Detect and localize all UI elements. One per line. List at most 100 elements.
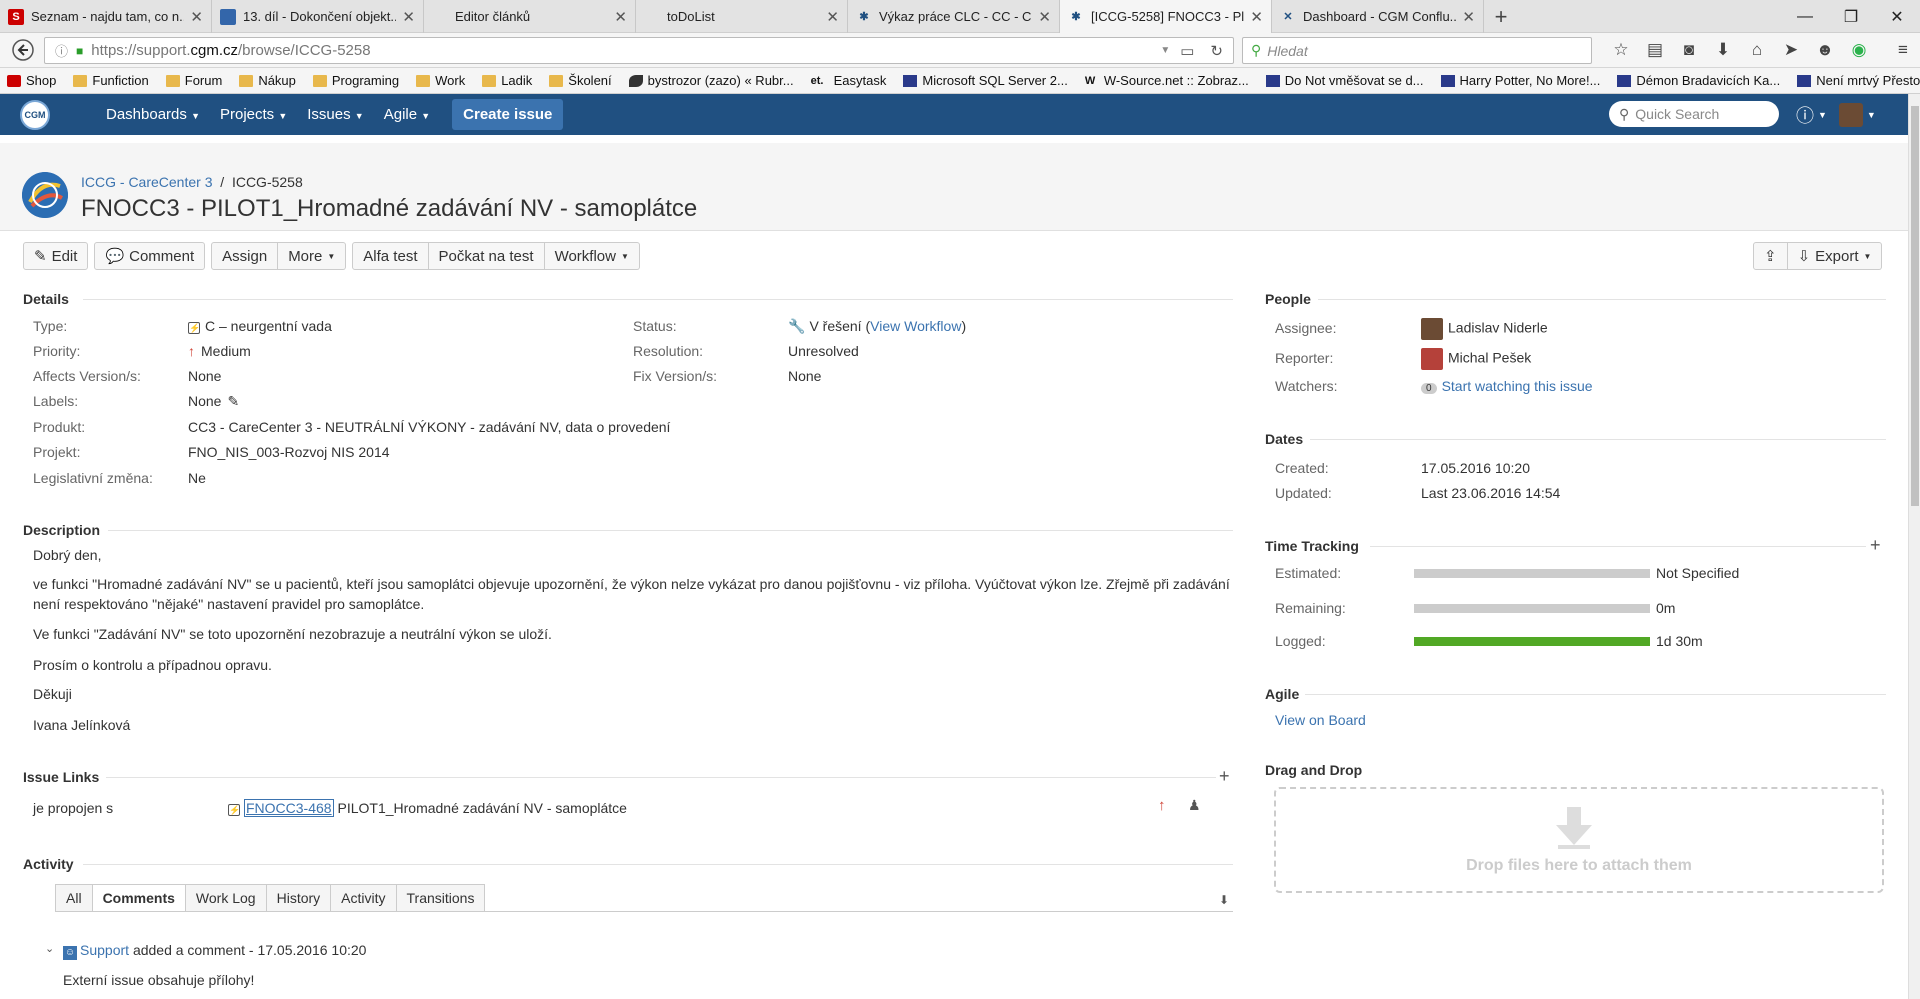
start-watching-link[interactable]: Start watching this issue xyxy=(1442,378,1593,394)
nav-projects[interactable]: Projects ▼ xyxy=(210,106,297,123)
close-icon[interactable]: ✕ xyxy=(190,8,203,26)
browser-tab[interactable]: ✱ Výkaz práce CLC - CC - C... ✕ xyxy=(848,0,1060,33)
scrollbar-thumb[interactable] xyxy=(1911,106,1919,506)
edit-button[interactable]: ✎ Edit xyxy=(23,242,89,270)
cgm-logo[interactable]: CGM xyxy=(20,99,74,130)
bookmark-item[interactable]: Školení xyxy=(542,73,612,88)
drop-zone[interactable]: Drop files here to attach them xyxy=(1274,787,1884,893)
browser-tab[interactable]: toDoList ✕ xyxy=(636,0,848,33)
nav-dashboards[interactable]: Dashboards ▼ xyxy=(96,106,210,123)
sort-icon[interactable]: ⬇ xyxy=(1219,893,1229,907)
reader-view-icon[interactable]: ▭ xyxy=(1180,42,1194,60)
view-on-board-link[interactable]: View on Board xyxy=(1275,712,1366,728)
pockat-na-test-button[interactable]: Počkat na test xyxy=(428,242,545,270)
pencil-icon[interactable]: ✎ xyxy=(227,393,239,409)
created-label: Created: xyxy=(1275,460,1329,476)
info-icon[interactable]: ⓘ xyxy=(55,41,68,60)
close-icon[interactable]: ✕ xyxy=(1250,8,1263,26)
pocket-icon[interactable]: ◙ xyxy=(1672,36,1706,64)
pencil-icon: ✎ xyxy=(34,248,47,265)
bookmark-item[interactable]: Není mrtvý Přesto Kap... xyxy=(1790,73,1920,88)
browser-tab[interactable]: ✕ Dashboard - CGM Conflu... ✕ xyxy=(1272,0,1484,33)
bookmark-item[interactable]: Funfiction xyxy=(66,73,149,88)
bookmark-star-icon[interactable]: ☆ xyxy=(1604,36,1638,64)
status-value: 🔧 V řešení (View Workflow) xyxy=(788,318,967,334)
download-icon[interactable]: ⬇ xyxy=(1706,36,1740,64)
bookmarks-list-icon[interactable]: ▤ xyxy=(1638,36,1672,64)
tab-activity[interactable]: Activity xyxy=(331,884,397,912)
collapse-icon[interactable]: ⌄ xyxy=(45,942,54,955)
bookmark-item[interactable]: W W-Source.net :: Zobraz... xyxy=(1078,73,1249,88)
help-icon[interactable]: ⓘ xyxy=(1796,102,1814,128)
tab-all[interactable]: All xyxy=(55,884,93,912)
close-window-icon[interactable]: ✕ xyxy=(1874,0,1920,33)
browser-tab[interactable]: Editor článků ✕ xyxy=(424,0,636,33)
send-icon[interactable]: ➤ xyxy=(1774,36,1808,64)
chevron-down-icon[interactable]: ▼ xyxy=(1867,110,1876,120)
add-link-icon[interactable]: + xyxy=(1219,766,1230,787)
reload-icon[interactable]: ↻ xyxy=(1210,42,1223,60)
more-button[interactable]: More ▼ xyxy=(278,242,347,270)
url-bar[interactable]: ⓘ ■ https://support. cgm.cz/browse/ICCG-5… xyxy=(44,37,1234,64)
home-icon[interactable]: ⌂ xyxy=(1740,36,1774,64)
browser-tab[interactable]: 13. díl - Dokončení objekt... ✕ xyxy=(212,0,424,33)
user-avatar[interactable] xyxy=(1838,103,1863,127)
person-icon: ♟ xyxy=(1188,797,1201,813)
close-icon[interactable]: ✕ xyxy=(614,8,627,26)
bookmark-item[interactable]: Programing xyxy=(306,73,399,88)
bookmark-item[interactable]: Démon Bradavicích Ka... xyxy=(1610,73,1780,88)
bookmark-item[interactable]: et. Easytask xyxy=(804,73,887,88)
close-icon[interactable]: ✕ xyxy=(1462,8,1475,26)
bookmark-item[interactable]: Harry Potter, No More!... xyxy=(1434,73,1600,88)
view-workflow-link[interactable]: View Workflow xyxy=(870,318,961,334)
breadcrumb-project[interactable]: ICCG - CareCenter 3 xyxy=(81,174,212,190)
breadcrumb-issue-key[interactable]: ICCG-5258 xyxy=(232,174,303,190)
page-icon xyxy=(1797,74,1812,87)
bookmark-item[interactable]: Forum xyxy=(159,73,222,88)
tab-history[interactable]: History xyxy=(266,884,332,912)
search-input[interactable]: ⚲ Hledat xyxy=(1242,37,1592,64)
export-button[interactable]: ⇩ Export ▼ xyxy=(1787,242,1883,270)
dates-heading: Dates xyxy=(1265,431,1304,447)
browser-tab-active[interactable]: ✱ [ICCG-5258] FNOCC3 - Pl... ✕ xyxy=(1060,0,1272,33)
back-icon[interactable] xyxy=(6,35,40,65)
alfa-test-button[interactable]: Alfa test xyxy=(352,242,429,270)
add-time-icon[interactable]: + xyxy=(1870,535,1881,556)
extension-icon[interactable]: ◉ xyxy=(1842,36,1876,64)
browser-tab[interactable]: S Seznam - najdu tam, co n... ✕ xyxy=(0,0,212,33)
bookmark-item[interactable]: Ladik xyxy=(475,73,532,88)
create-issue-button[interactable]: Create issue xyxy=(452,99,564,130)
dropdown-icon[interactable]: ▼ xyxy=(1160,45,1170,56)
workflow-button[interactable]: Workflow ▼ xyxy=(544,242,640,270)
bookmark-item[interactable]: bystrozor (zazo) « Rubr... xyxy=(622,73,794,88)
share-button[interactable]: ⇪ xyxy=(1753,242,1788,270)
chevron-down-icon[interactable]: ▼ xyxy=(1818,110,1827,120)
linked-issue-key[interactable]: FNOCC3-468 xyxy=(244,799,334,817)
close-icon[interactable]: ✕ xyxy=(1038,8,1051,26)
bookmark-item[interactable]: Microsoft SQL Server 2... xyxy=(896,73,1068,88)
bookmark-item[interactable]: Do Not vměšovat se d... xyxy=(1259,73,1424,88)
tab-work-log[interactable]: Work Log xyxy=(185,884,267,912)
bookmark-item[interactable]: Nákup xyxy=(232,73,296,88)
comment-button[interactable]: 💬 Comment xyxy=(94,242,206,270)
tab-comments[interactable]: Comments xyxy=(92,884,186,912)
restore-icon[interactable]: ❐ xyxy=(1828,0,1874,33)
folder-icon xyxy=(482,74,497,87)
nav-issues[interactable]: Issues ▼ xyxy=(297,106,373,123)
assign-button[interactable]: Assign xyxy=(211,242,279,270)
new-tab-button[interactable]: + xyxy=(1484,0,1518,33)
nav-agile[interactable]: Agile ▼ xyxy=(374,106,440,123)
quick-search-input[interactable]: ⚲ Quick Search xyxy=(1609,101,1779,127)
chat-icon[interactable]: ☻ xyxy=(1808,36,1842,64)
menu-icon[interactable]: ≡ xyxy=(1886,36,1920,64)
page-scrollbar[interactable] xyxy=(1908,94,1920,999)
close-icon[interactable]: ✕ xyxy=(826,8,839,26)
comment-author[interactable]: Support xyxy=(80,942,129,958)
project-avatar[interactable] xyxy=(22,172,68,218)
chevron-down-icon: ▼ xyxy=(327,251,336,261)
tab-transitions[interactable]: Transitions xyxy=(396,884,486,912)
close-icon[interactable]: ✕ xyxy=(402,8,415,26)
bookmark-item[interactable]: Shop xyxy=(0,73,56,88)
minimize-icon[interactable]: — xyxy=(1782,0,1828,33)
bookmark-item[interactable]: Work xyxy=(409,73,465,88)
